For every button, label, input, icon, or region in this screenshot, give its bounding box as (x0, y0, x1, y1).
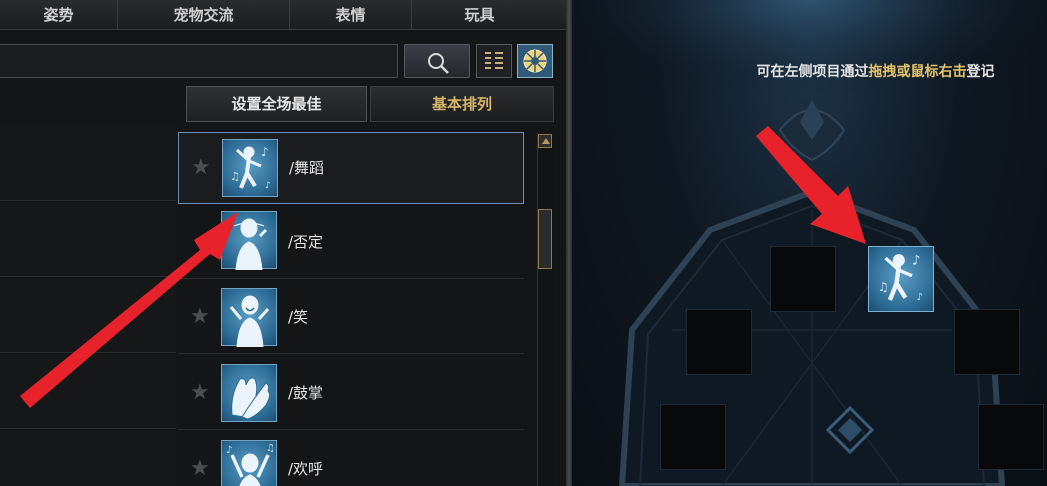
arrow-annotation-left (20, 126, 866, 408)
